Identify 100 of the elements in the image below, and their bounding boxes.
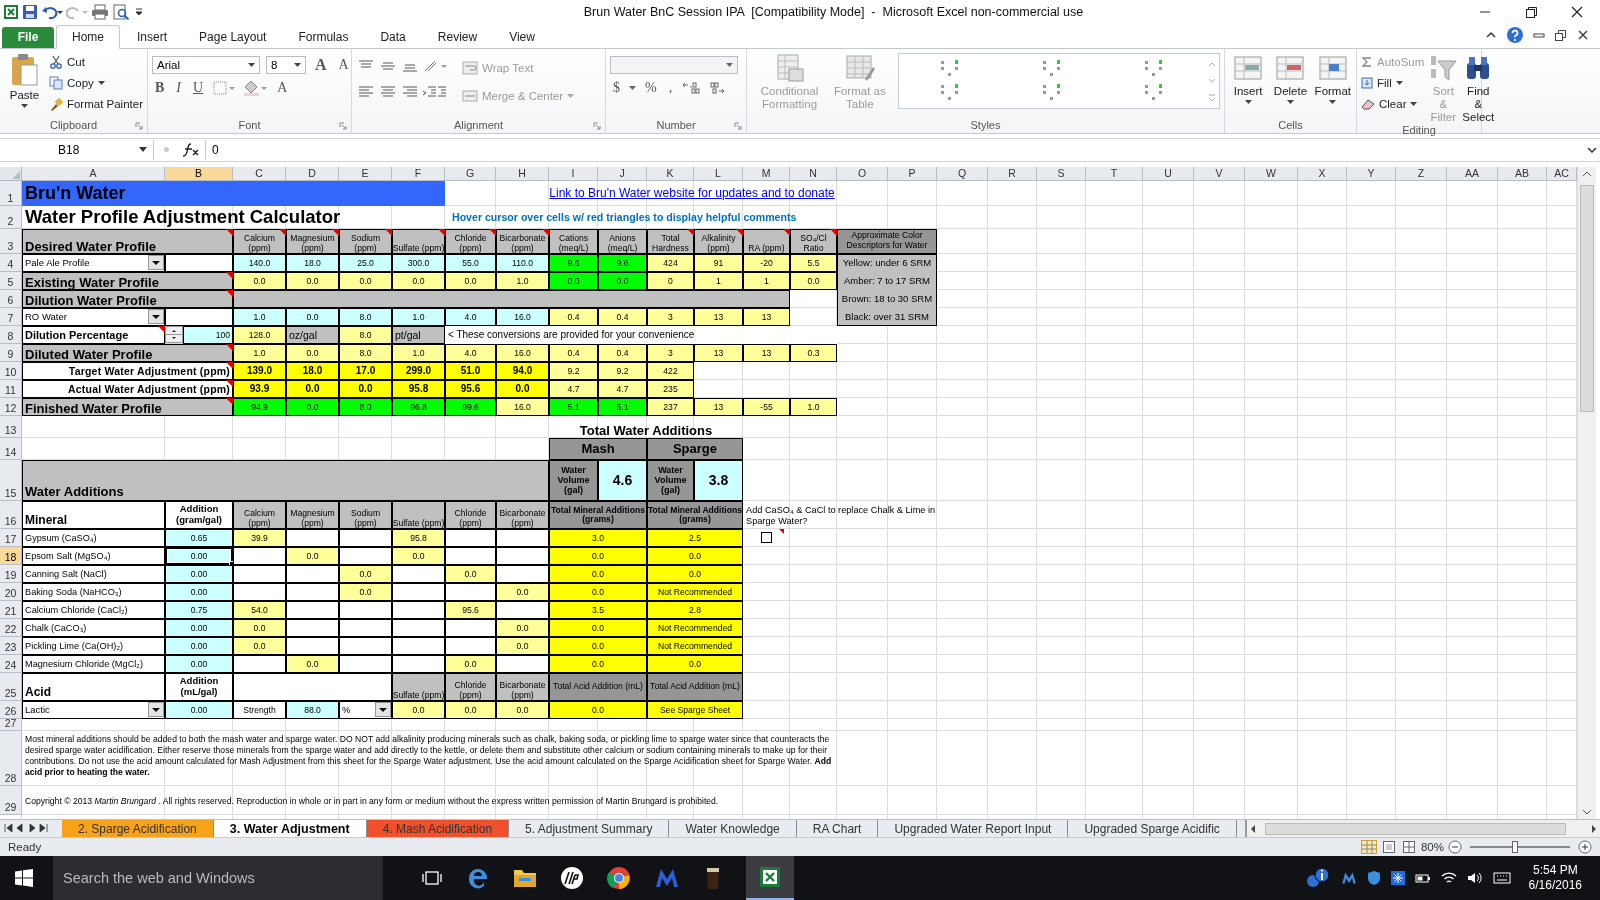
italic-button[interactable]: I	[173, 79, 184, 96]
scroll-thumb[interactable]	[1580, 184, 1594, 412]
row-header[interactable]: 16	[0, 500, 22, 529]
help-icon[interactable]	[1506, 25, 1524, 44]
currency-button[interactable]: $	[610, 79, 623, 96]
sheet-tab[interactable]: 3. Water Adjustment	[213, 820, 367, 838]
save-icon[interactable]	[22, 3, 38, 20]
fill-color-icon[interactable]	[242, 79, 269, 96]
font-size-dropdown[interactable]: 8	[266, 55, 306, 74]
row-header[interactable]: 3	[0, 228, 22, 254]
column-header[interactable]: U	[1143, 166, 1194, 181]
cut-button[interactable]: Cut	[48, 52, 143, 71]
volume-field[interactable]: 3.8	[694, 459, 743, 501]
volume-field[interactable]: 4.6	[598, 459, 647, 501]
dialog-launcher-icon[interactable]	[135, 121, 143, 130]
print-icon[interactable]	[91, 3, 109, 20]
close-icon[interactable]	[1576, 27, 1590, 42]
search-field[interactable]: Search the web and Windows	[53, 856, 383, 900]
keyboard-icon[interactable]	[1492, 871, 1511, 885]
grow-font-button[interactable]: A	[312, 55, 330, 74]
column-header[interactable]: K	[647, 166, 694, 181]
checkbox[interactable]	[761, 532, 772, 544]
column-header[interactable]: P	[888, 166, 937, 181]
column-header[interactable]: I	[549, 166, 598, 181]
horizontal-scrollbar[interactable]	[1244, 820, 1600, 838]
m-logo-icon[interactable]	[1340, 871, 1357, 885]
column-header[interactable]: AB	[1498, 166, 1547, 181]
percent-button[interactable]: %	[642, 79, 660, 96]
print-preview-icon[interactable]	[112, 3, 130, 20]
shield-icon[interactable]	[1366, 870, 1381, 886]
ribbon-tab[interactable]: Insert	[122, 25, 183, 48]
restore-icon[interactable]	[1554, 27, 1568, 42]
battery-icon[interactable]	[1414, 871, 1431, 885]
clear-button[interactable]: Clear	[1361, 94, 1425, 113]
increase-decimal-icon[interactable]	[681, 80, 702, 95]
dialog-launcher-icon[interactable]	[593, 121, 601, 130]
page-layout-view-icon[interactable]	[1380, 840, 1397, 855]
m-logo-icon[interactable]	[654, 867, 680, 889]
column-header[interactable]: X	[1298, 166, 1347, 181]
column-header[interactable]: H	[496, 166, 549, 181]
ribbon-tab[interactable]: Home	[56, 24, 120, 49]
fill-button[interactable]: Fill	[1361, 73, 1425, 92]
ribbon-tab[interactable]: View	[494, 25, 550, 48]
column-header[interactable]: C	[233, 166, 286, 181]
row-header[interactable]: 25	[0, 672, 22, 701]
file-tab[interactable]: File	[2, 26, 54, 48]
column-header[interactable]: T	[1086, 166, 1143, 181]
paste-button[interactable]: Paste	[4, 52, 45, 108]
row-header[interactable]: 1	[0, 180, 22, 206]
sheet-tab[interactable]: 4. Mash Acidification	[366, 820, 510, 838]
column-header[interactable]: E	[339, 166, 392, 181]
column-header[interactable]: D	[286, 166, 339, 181]
column-header[interactable]: Q	[937, 166, 988, 181]
orientation-icon[interactable]	[422, 58, 450, 73]
column-header[interactable]: AA	[1447, 166, 1498, 181]
formula-field[interactable]: 0	[205, 139, 1580, 160]
column-header[interactable]: S	[1037, 166, 1086, 181]
name-box[interactable]: B18	[0, 139, 154, 160]
cells-button[interactable]: Insert	[1229, 52, 1268, 104]
row-header[interactable]: 15	[0, 459, 22, 501]
task-view-icon[interactable]	[421, 869, 443, 887]
format-painter-button[interactable]: Format Painter	[48, 94, 143, 113]
spinner-icon[interactable]	[165, 325, 183, 343]
people-icon[interactable]	[1304, 867, 1331, 889]
scroll-thumb[interactable]	[1264, 822, 1566, 835]
sheet-tab[interactable]: 2. Sparge Acidification	[62, 820, 214, 838]
cells-button[interactable]: Delete	[1271, 52, 1310, 104]
underline-button[interactable]: U	[190, 79, 207, 96]
font-family-dropdown[interactable]: Arial	[152, 55, 260, 74]
column-header[interactable]: Y	[1347, 166, 1396, 181]
font-color-button[interactable]: A	[274, 79, 291, 96]
row-header[interactable]: 28	[0, 730, 22, 786]
copy-button[interactable]: Copy	[48, 73, 143, 92]
vertical-scrollbar[interactable]	[1577, 166, 1596, 820]
row-header[interactable]: 29	[0, 785, 22, 815]
find-select-button[interactable]: Find & Select	[1462, 52, 1495, 124]
app-tray-icon[interactable]	[1390, 871, 1405, 885]
column-header[interactable]: V	[1194, 166, 1245, 181]
column-header[interactable]: M	[743, 166, 790, 181]
folder-icon[interactable]	[513, 867, 537, 889]
column-header[interactable]: AC	[1547, 166, 1577, 181]
dialog-launcher-icon[interactable]	[734, 121, 742, 130]
browser-icon[interactable]	[466, 866, 490, 890]
column-header[interactable]: F	[392, 166, 445, 181]
column-header[interactable]: G	[445, 166, 496, 181]
wifi-icon[interactable]	[1440, 871, 1457, 885]
zoom-level-text[interactable]: 80%	[1420, 841, 1444, 854]
column-header[interactable]: A	[22, 166, 165, 181]
zoom-in-icon[interactable]	[1578, 840, 1592, 855]
ribbon-tab[interactable]: Formulas	[283, 25, 364, 48]
zoom-out-icon[interactable]	[1448, 840, 1462, 855]
bold-button[interactable]: B	[152, 79, 168, 96]
row-header[interactable]: 2	[0, 205, 22, 229]
row-header[interactable]: 14	[0, 437, 22, 460]
chrome-icon[interactable]	[607, 866, 631, 890]
column-header[interactable]: O	[837, 166, 888, 181]
row-header[interactable]: 13	[0, 415, 22, 438]
column-header[interactable]: N	[790, 166, 837, 181]
column-header[interactable]: W	[1245, 166, 1298, 181]
column-header[interactable]: Z	[1396, 166, 1447, 181]
